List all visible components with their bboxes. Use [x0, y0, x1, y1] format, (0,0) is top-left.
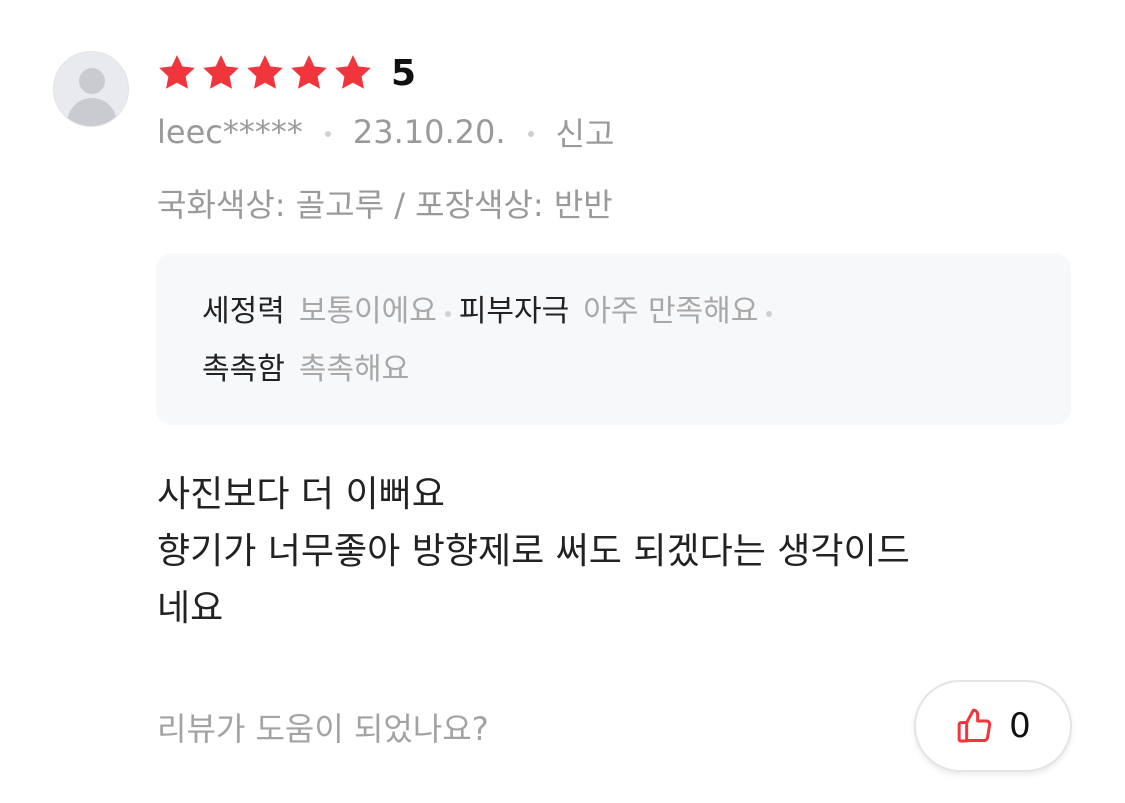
user-silhouette-icon [66, 68, 118, 126]
review-body-line: 네요 [157, 588, 224, 629]
meta-separator [324, 131, 331, 137]
evaluation-line: 촉촉함 촉촉해요 [202, 341, 1025, 399]
author-name: leec***** [157, 113, 303, 151]
avatar [53, 51, 129, 127]
evaluation-value: 아주 만족해요 [583, 294, 759, 329]
like-count: 0 [1009, 706, 1031, 746]
star-icon [291, 55, 327, 89]
star-rating [155, 51, 375, 95]
evaluation-key: 피부자극 [458, 294, 570, 329]
evaluation-value: 보통이에요 [298, 294, 437, 329]
review-meta: leec***** 23.10.20. 신고 [157, 109, 615, 155]
rating-value: 5 [391, 52, 417, 94]
review-card: 5 leec***** 23.10.20. 신고 국화색상: 골고루 / 포장색… [0, 0, 1125, 803]
thumbs-up-icon [957, 708, 992, 743]
meta-separator [527, 131, 534, 137]
rating-row: 5 [155, 49, 416, 97]
evaluation-separator [766, 311, 773, 317]
evaluation-value: 촉촉해요 [298, 352, 410, 387]
helpful-question: 리뷰가 도움이 되었나요? [157, 710, 489, 748]
evaluation-key: 촉촉함 [202, 352, 285, 387]
star-icon [203, 55, 239, 89]
evaluation-line: 세정력 보통이에요 피부자극 아주 만족해요 [202, 283, 1025, 341]
review-body-line: 향기가 너무좋아 방향제로 써도 되겠다는 생각이드 [157, 531, 910, 572]
evaluation-separator [444, 311, 451, 317]
report-link[interactable]: 신고 [556, 109, 615, 155]
evaluation-key: 세정력 [202, 294, 285, 329]
purchase-option: 국화색상: 골고루 / 포장색상: 반반 [157, 186, 613, 224]
review-body-line: 사진보다 더 이뻐요 [157, 474, 445, 515]
star-icon [159, 55, 195, 89]
star-icon [335, 55, 371, 89]
star-icon [247, 55, 283, 89]
review-body: 사진보다 더 이뻐요 향기가 너무좋아 방향제로 써도 되겠다는 생각이드 네요 [157, 466, 1057, 637]
review-date: 23.10.20. [352, 113, 506, 151]
evaluation-summary: 세정력 보통이에요 피부자극 아주 만족해요 촉촉함 촉촉해요 [156, 253, 1071, 425]
helpful-button[interactable]: 0 [914, 680, 1072, 772]
